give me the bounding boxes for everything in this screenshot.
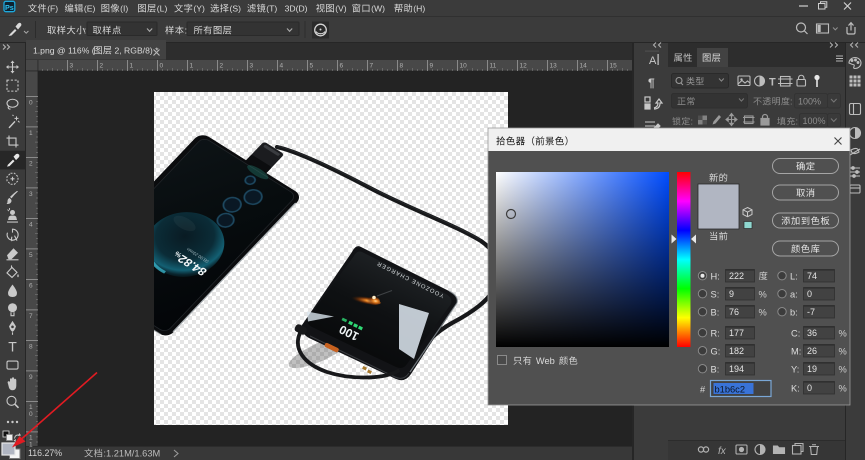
- svg-text:fx: fx: [718, 446, 727, 457]
- svg-text:5: 5: [29, 252, 33, 259]
- svg-text:1: 1: [29, 404, 33, 411]
- svg-text:%: %: [839, 328, 847, 338]
- svg-text:%: %: [759, 289, 767, 299]
- svg-text:H:: H:: [711, 271, 720, 281]
- svg-text:1.png @ 116% (: 1.png @ 116% (: [33, 46, 95, 56]
- svg-text:A: A: [649, 55, 657, 67]
- svg-text:(Y): (Y): [193, 4, 205, 14]
- svg-text:100%: 100%: [803, 116, 826, 126]
- svg-text:3D(D): 3D(D): [285, 4, 308, 14]
- svg-text:11: 11: [490, 63, 497, 70]
- svg-text:B:: B:: [711, 364, 720, 374]
- svg-text:M:: M:: [791, 346, 801, 356]
- svg-text::: :: [790, 97, 793, 107]
- svg-text:15: 15: [610, 63, 618, 70]
- svg-text:B:: B:: [711, 307, 720, 317]
- svg-text:¶: ¶: [648, 76, 655, 90]
- svg-text:b:: b:: [790, 307, 798, 317]
- svg-text:6: 6: [340, 63, 344, 70]
- svg-text::1.21M/1.63M: :1.21M/1.63M: [103, 449, 160, 459]
- svg-text:7: 7: [370, 63, 374, 70]
- svg-text:C:: C:: [791, 328, 800, 338]
- svg-text:Web: Web: [536, 356, 555, 366]
- svg-text:Ps: Ps: [5, 3, 14, 12]
- svg-text:19: 19: [807, 364, 817, 374]
- svg-text::: :: [796, 117, 799, 127]
- svg-text:G:: G:: [711, 346, 721, 356]
- svg-text:182: 182: [729, 346, 744, 356]
- svg-text:0: 0: [29, 100, 33, 107]
- svg-text:b1b6c2: b1b6c2: [715, 385, 746, 395]
- svg-text:1: 1: [130, 63, 134, 70]
- svg-text::: :: [84, 26, 87, 36]
- svg-text:36: 36: [807, 328, 817, 338]
- svg-text:194: 194: [729, 364, 744, 374]
- svg-text:1: 1: [29, 435, 33, 442]
- svg-text:3: 3: [70, 63, 74, 70]
- svg-text:%: %: [839, 383, 847, 393]
- svg-text:0: 0: [160, 63, 164, 70]
- svg-text:4: 4: [280, 63, 284, 70]
- svg-text:%: %: [839, 346, 847, 356]
- svg-text:1: 1: [29, 130, 33, 137]
- svg-text:L:: L:: [790, 271, 798, 281]
- svg-text:177: 177: [729, 328, 744, 338]
- svg-text:9: 9: [729, 289, 734, 299]
- svg-text:8: 8: [29, 344, 33, 351]
- svg-text:8: 8: [400, 63, 404, 70]
- svg-text:116.27%: 116.27%: [28, 448, 62, 458]
- svg-text:9: 9: [29, 374, 33, 381]
- svg-text:0: 0: [807, 383, 812, 393]
- svg-text:S:: S:: [711, 289, 720, 299]
- svg-text:1: 1: [190, 63, 194, 70]
- svg-text:(I): (I): [120, 4, 128, 14]
- svg-text:14: 14: [580, 63, 588, 70]
- svg-text:0: 0: [29, 411, 33, 418]
- svg-text:7: 7: [29, 313, 33, 320]
- svg-text:#: #: [700, 385, 706, 395]
- svg-text:74: 74: [807, 271, 817, 281]
- svg-text:2: 2: [100, 63, 104, 70]
- svg-text:6: 6: [29, 283, 33, 290]
- svg-text:a:: a:: [790, 289, 798, 299]
- svg-text:2, RGB/8) *: 2, RGB/8) *: [115, 46, 160, 56]
- svg-text:3: 3: [250, 63, 254, 70]
- svg-text:222: 222: [729, 271, 744, 281]
- svg-text:(V): (V): [335, 4, 347, 14]
- svg-text:(H): (H): [413, 4, 425, 14]
- svg-text:%: %: [839, 364, 847, 374]
- svg-text:5: 5: [310, 63, 314, 70]
- svg-text:10: 10: [460, 63, 468, 70]
- svg-text:T: T: [769, 77, 776, 89]
- svg-text:13: 13: [550, 63, 558, 70]
- svg-text:76: 76: [729, 307, 739, 317]
- svg-text:(E): (E): [84, 4, 96, 14]
- svg-text:26: 26: [807, 346, 817, 356]
- svg-text:(F): (F): [47, 4, 58, 14]
- svg-text:-7: -7: [807, 307, 815, 317]
- svg-text:T: T: [8, 338, 17, 354]
- svg-text:2: 2: [29, 161, 33, 168]
- svg-text:R:: R:: [711, 328, 720, 338]
- svg-text:4: 4: [29, 222, 33, 229]
- svg-text:9: 9: [430, 63, 434, 70]
- svg-text:0: 0: [807, 289, 812, 299]
- svg-text:%: %: [759, 307, 767, 317]
- svg-text::: :: [691, 117, 694, 127]
- svg-text:Y:: Y:: [791, 364, 799, 374]
- svg-text:(S): (S): [230, 4, 242, 14]
- svg-text:2: 2: [220, 63, 224, 70]
- svg-text:(T): (T): [266, 4, 277, 14]
- svg-text:100%: 100%: [798, 97, 821, 107]
- svg-text:(W): (W): [371, 4, 385, 14]
- svg-text:12: 12: [520, 63, 528, 70]
- svg-text:(L): (L): [157, 4, 168, 14]
- svg-text:K:: K:: [791, 383, 800, 393]
- svg-text:3: 3: [29, 191, 33, 198]
